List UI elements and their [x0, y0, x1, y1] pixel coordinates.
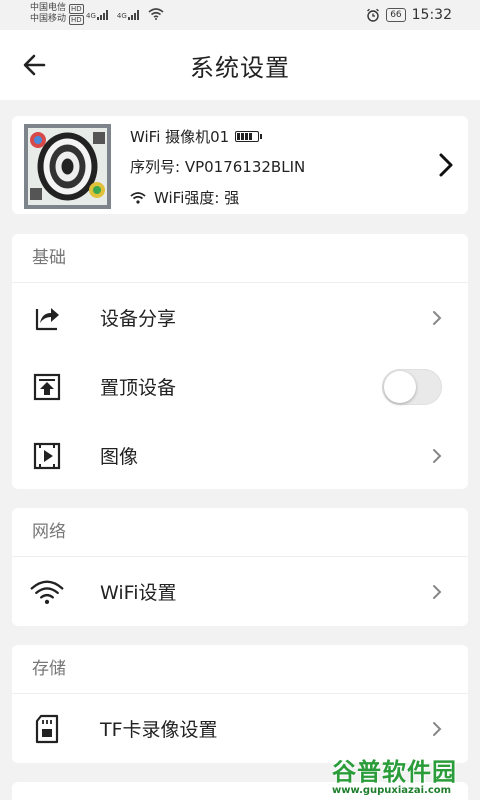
clock-time: 15:32	[411, 7, 452, 23]
device-wifi-row: WiFi强度: 强	[130, 187, 239, 208]
device-card[interactable]: WiFi 摄像机01 序列号: VP0176132BLIN WiFi强度: 强	[12, 116, 468, 214]
wifi-strength-label: WiFi强度: 强	[154, 189, 240, 207]
signal-icon	[127, 10, 139, 20]
wifi-strength-icon	[130, 191, 146, 204]
wifi-icon	[30, 575, 64, 609]
camera-thumbnail	[24, 124, 111, 209]
status-bar: 中国电信 HD 中国移动 HD 4G 4G 66 15:32	[0, 0, 480, 30]
row-label: 置顶设备	[100, 377, 177, 399]
row-pin-device: 置顶设备	[12, 352, 468, 421]
section-storage: 存储 TF卡录像设置	[12, 645, 468, 763]
sd-card-icon	[30, 712, 64, 746]
chevron-right-icon	[433, 584, 442, 599]
pin-device-toggle[interactable]	[382, 368, 442, 405]
chevron-right-icon	[433, 721, 442, 736]
device-name-row: WiFi 摄像机01	[130, 126, 263, 147]
status-right: 66 15:32	[366, 7, 452, 23]
signal-indicators: 4G 4G	[86, 8, 164, 20]
device-name: WiFi 摄像机01	[130, 128, 230, 146]
row-label: TF卡录像设置	[100, 719, 218, 741]
battery-icon	[235, 131, 263, 142]
carrier-info: 中国电信 HD 中国移动 HD	[30, 3, 84, 25]
chevron-right-icon	[433, 310, 442, 325]
row-wifi-settings[interactable]: WiFi设置	[12, 557, 468, 626]
battery-level: 66	[386, 8, 406, 22]
watermark-main: 谷普软件园	[332, 758, 457, 786]
network-type-2: 4G	[116, 12, 127, 20]
device-serial: 序列号: VP0176132BLIN	[130, 158, 306, 176]
share-icon	[30, 301, 64, 335]
carrier-1-label: 中国电信	[30, 3, 67, 13]
chevron-right-icon	[433, 448, 442, 463]
section-network: 网络 WiFi设置	[12, 508, 468, 626]
page-title: 系统设置	[190, 53, 290, 82]
section-title-basic: 基础	[12, 234, 468, 283]
row-device-share[interactable]: 设备分享	[12, 283, 468, 352]
alarm-clock-icon	[367, 8, 380, 22]
hd-badge: HD	[69, 14, 84, 25]
chevron-right-icon[interactable]	[438, 152, 454, 178]
back-arrow-icon[interactable]	[18, 52, 52, 78]
row-label: WiFi设置	[100, 582, 177, 604]
network-type-1: 4G	[86, 12, 96, 20]
wifi-status-icon	[148, 8, 164, 20]
toggle-knob	[384, 370, 416, 403]
section-title-storage: 存储	[12, 645, 468, 694]
hd-badge: HD	[69, 3, 84, 14]
row-label: 图像	[100, 446, 139, 468]
row-label: 设备分享	[100, 308, 177, 330]
signal-icon	[96, 10, 108, 20]
carrier-2-label: 中国移动	[30, 14, 67, 24]
image-play-icon	[30, 439, 64, 473]
section-basic: 基础 设备分享 置顶设备 图像	[12, 234, 468, 489]
app-header: 系统设置	[0, 30, 480, 100]
section-title-network: 网络	[12, 508, 468, 557]
watermark-sub: www.gupuxiazai.com	[332, 785, 452, 796]
watermark-logo: 谷普软件园 www.gupuxiazai.com	[332, 752, 472, 796]
pin-top-icon	[30, 370, 64, 404]
row-image[interactable]: 图像	[12, 421, 468, 490]
